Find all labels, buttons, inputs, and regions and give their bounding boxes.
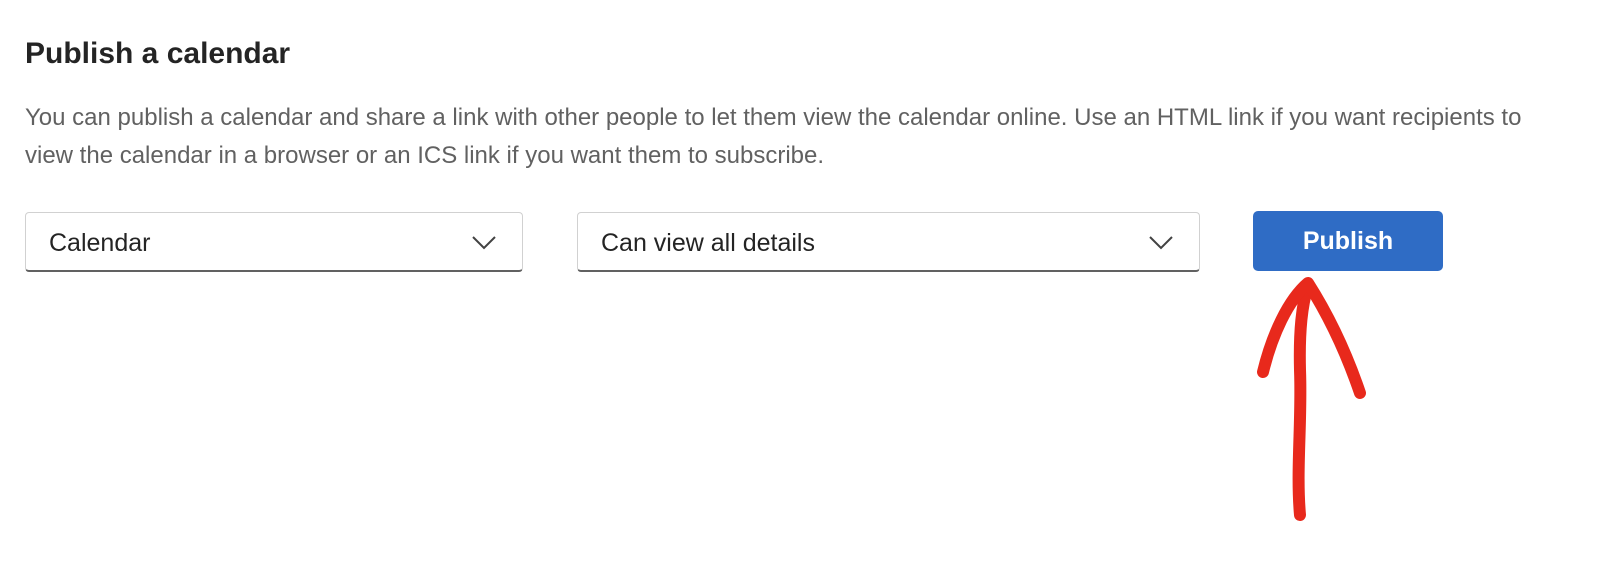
- chevron-down-icon: [472, 236, 496, 250]
- section-description: You can publish a calendar and share a l…: [25, 104, 1522, 169]
- calendar-dropdown-value: Calendar: [49, 229, 151, 257]
- publish-button[interactable]: Publish: [1253, 211, 1443, 271]
- permission-dropdown-value: Can view all details: [601, 229, 815, 257]
- chevron-down-icon: [1149, 236, 1173, 250]
- calendar-dropdown[interactable]: Calendar: [25, 212, 523, 272]
- section-title: Publish a calendar: [25, 37, 291, 70]
- publish-calendar-section: Publish a calendar You can publish a cal…: [25, 0, 1575, 572]
- permission-dropdown[interactable]: Can view all details: [577, 212, 1200, 272]
